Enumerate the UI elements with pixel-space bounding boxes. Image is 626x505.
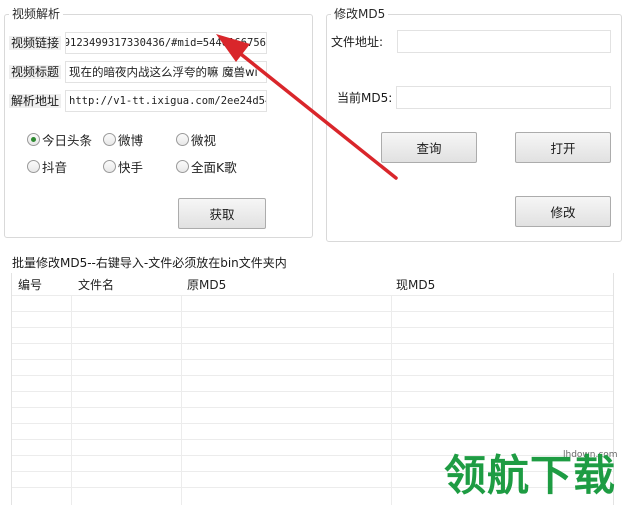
fetch-button[interactable]: 获取: [178, 198, 266, 229]
current-md5-input[interactable]: [396, 86, 611, 109]
column-header-original-md5[interactable]: 原MD5: [187, 276, 226, 293]
radio-indicator: [27, 160, 40, 173]
radio-weibo[interactable]: 微博: [103, 130, 143, 149]
radio-indicator: [176, 160, 189, 173]
column-header-filename[interactable]: 文件名: [78, 276, 114, 293]
video-link-label: 视频链接: [9, 36, 62, 50]
radio-indicator: [103, 133, 116, 146]
video-title-input[interactable]: 现在的暗夜内战这么浮夸的嘛 魔兽wi: [65, 61, 267, 83]
grid-line: [12, 295, 613, 296]
table-header: 编号 文件名 原MD5 现MD5: [12, 273, 613, 295]
grid-line: [12, 439, 613, 440]
grid-line: [12, 343, 613, 344]
grid-line: [12, 327, 613, 328]
radio-quanmin-kge[interactable]: 全面K歌: [176, 157, 237, 176]
batch-title: 批量修改MD5--右键导入-文件必须放在bin文件夹内: [12, 256, 287, 270]
file-address-input[interactable]: [397, 30, 611, 53]
video-parse-title: 视频解析: [9, 7, 64, 21]
modify-button[interactable]: 修改: [515, 196, 611, 227]
grid-line: [12, 391, 613, 392]
radio-indicator: [103, 160, 116, 173]
parse-address-input[interactable]: http://v1-tt.ixigua.com/2ee24d546: [65, 90, 267, 112]
grid-line: [12, 311, 613, 312]
radio-weishi[interactable]: 微视: [176, 130, 216, 149]
radio-toutiao[interactable]: 今日头条: [27, 130, 92, 149]
grid-line: [12, 359, 613, 360]
watermark-brand: 领航下载: [444, 451, 617, 500]
radio-indicator: [27, 133, 40, 146]
video-link-input[interactable]: https://www.ixigua.com/i6782394299123499…: [65, 32, 267, 54]
grid-line: [12, 407, 613, 408]
radio-douyin[interactable]: 抖音: [27, 157, 67, 176]
video-title-label: 视频标题: [9, 65, 62, 79]
query-button[interactable]: 查询: [381, 132, 477, 163]
grid-line: [12, 423, 613, 424]
radio-indicator: [176, 133, 189, 146]
open-button[interactable]: 打开: [515, 132, 611, 163]
modify-md5-title: 修改MD5: [331, 7, 389, 21]
grid-line: [12, 375, 613, 376]
parse-address-label: 解析地址: [9, 94, 62, 108]
radio-kuaishou[interactable]: 快手: [103, 157, 143, 176]
file-address-label: 文件地址:: [331, 35, 384, 49]
column-header-id[interactable]: 编号: [18, 276, 42, 293]
column-header-new-md5[interactable]: 现MD5: [396, 276, 435, 293]
current-md5-label: 当前MD5:: [337, 91, 393, 105]
